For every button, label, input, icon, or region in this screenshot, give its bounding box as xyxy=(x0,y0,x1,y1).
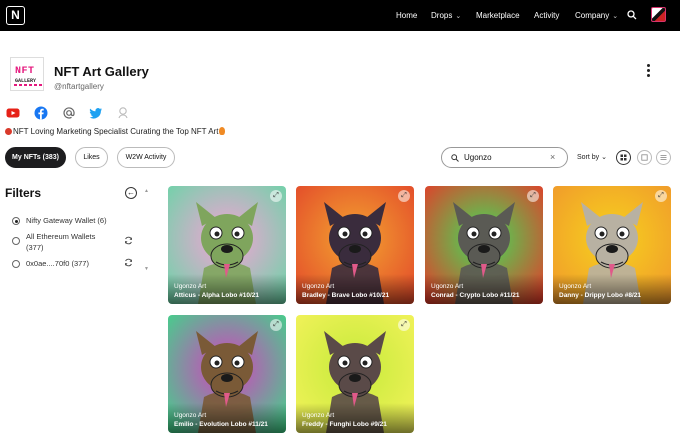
wallet-label: 0x0ae....70f0 (377) xyxy=(26,259,89,268)
nft-card[interactable]: ⤢ Ugonzo Art Freddy - Funghi Lobo #9/21 xyxy=(296,315,414,433)
nft-card[interactable]: ⤢ Ugonzo Art Bradley - Brave Lobo #10/21 xyxy=(296,186,414,304)
nft-artist: Ugonzo Art xyxy=(174,412,207,419)
nav-company-label: Company xyxy=(575,11,610,20)
filters-title: Filters xyxy=(5,186,42,200)
nft-artist: Ugonzo Art xyxy=(302,283,335,290)
search-icon[interactable] xyxy=(627,10,637,20)
sort-by-dropdown[interactable]: Sort by ⌄ xyxy=(577,153,607,161)
grid-large-view-button[interactable] xyxy=(616,150,631,165)
collapse-filters-icon[interactable]: ← xyxy=(125,187,137,199)
chevron-down-icon: ⌄ xyxy=(612,13,619,20)
grid-large-icon xyxy=(620,154,627,161)
nft-artist: Ugonzo Art xyxy=(174,283,207,290)
radio-selected[interactable] xyxy=(12,217,20,225)
nft-title: Freddy - Funghi Lobo #9/21 xyxy=(302,421,387,428)
nav-marketplace-label: Marketplace xyxy=(476,11,520,20)
refresh-icon[interactable] xyxy=(124,236,133,245)
fire-emoji-icon xyxy=(219,127,226,135)
wallet-label: All Ethereum Wallets xyxy=(26,232,96,241)
nft-card[interactable]: ⤢ Ugonzo Art Conrad - Crypto Lobo #11/21 xyxy=(425,186,543,304)
tab-w2w-activity[interactable]: W2W Activity xyxy=(117,147,175,168)
filters-scrollbar[interactable]: ▲ ▼ xyxy=(144,188,151,272)
grid-small-view-button[interactable] xyxy=(637,150,652,165)
expand-icon[interactable]: ⤢ xyxy=(270,190,282,202)
expand-icon[interactable]: ⤢ xyxy=(655,190,667,202)
user-icon[interactable] xyxy=(117,106,129,120)
refresh-icon[interactable] xyxy=(124,258,133,267)
wallet-option-all-ethereum[interactable]: All Ethereum Wallets (377) xyxy=(12,232,112,252)
chevron-down-icon: ⌄ xyxy=(455,13,462,20)
nav-home[interactable]: Home xyxy=(396,0,417,31)
user-avatar[interactable] xyxy=(651,7,666,22)
target-emoji-icon xyxy=(5,128,12,135)
expand-icon[interactable]: ⤢ xyxy=(270,319,282,331)
sort-by-label: Sort by xyxy=(577,154,600,161)
nft-artist: Ugonzo Art xyxy=(431,283,464,290)
chevron-down-icon: ⌄ xyxy=(601,154,608,161)
profile-handle: @nftartgallery xyxy=(54,82,104,91)
nft-artist: Ugonzo Art xyxy=(302,412,335,419)
search-icon xyxy=(451,154,459,162)
nft-card[interactable]: ⤢ Ugonzo Art Danny - Drippy Lobo #8/21 xyxy=(553,186,671,304)
bio-text: NFT Loving Marketing Specialist Curating… xyxy=(13,127,219,136)
nav-activity[interactable]: Activity xyxy=(534,0,559,31)
facebook-icon[interactable] xyxy=(34,106,48,120)
list-icon xyxy=(660,155,667,160)
nft-artist: Ugonzo Art xyxy=(559,283,592,290)
radio-unselected[interactable] xyxy=(12,260,20,268)
avatar-text-nft: NFT xyxy=(15,66,35,77)
list-view-button[interactable] xyxy=(656,150,671,165)
nft-title: Emilio - Evolution Lobo #11/21 xyxy=(174,421,268,428)
radio-unselected[interactable] xyxy=(12,237,20,245)
clear-search-icon[interactable]: × xyxy=(550,148,555,167)
expand-icon[interactable]: ⤢ xyxy=(527,190,539,202)
nft-title: Conrad - Crypto Lobo #11/21 xyxy=(431,292,520,299)
tab-my-nfts[interactable]: My NFTs (383) xyxy=(5,147,66,168)
more-options-icon[interactable] xyxy=(642,63,654,77)
youtube-icon[interactable] xyxy=(6,106,20,120)
scroll-up-icon[interactable]: ▲ xyxy=(144,188,149,194)
wallet-label: Nifty Gateway Wallet (6) xyxy=(26,216,107,225)
wallet-option-0x0ae[interactable]: 0x0ae....70f0 (377) xyxy=(12,259,112,269)
wallet-count: (377) xyxy=(26,243,44,252)
tab-my-nfts-label: My NFTs (383) xyxy=(12,154,59,161)
at-sign-icon[interactable] xyxy=(62,106,76,120)
profile-name: NFT Art Gallery xyxy=(54,64,149,79)
nft-title: Danny - Drippy Lobo #8/21 xyxy=(559,292,641,299)
nft-title: Atticus - Alpha Lobo #10/21 xyxy=(174,292,259,299)
top-nav-bar: N Home Drops ⌄ Marketplace Activity Compa… xyxy=(0,0,680,31)
tab-likes[interactable]: Likes xyxy=(75,147,108,168)
search-input[interactable]: Ugonzo × xyxy=(441,147,568,168)
twitter-icon[interactable] xyxy=(89,106,103,120)
search-value: Ugonzo xyxy=(464,153,492,162)
profile-avatar: NFT GALLERY xyxy=(10,57,44,91)
nav-drops-label: Drops xyxy=(431,11,453,20)
tab-likes-label: Likes xyxy=(83,154,100,161)
avatar-stripe xyxy=(14,84,42,86)
nav-marketplace[interactable]: Marketplace xyxy=(476,0,520,31)
scroll-down-icon[interactable]: ▼ xyxy=(144,266,149,272)
profile-bio: NFT Loving Marketing Specialist Curating… xyxy=(5,127,226,136)
nav-home-label: Home xyxy=(396,11,418,20)
expand-icon[interactable]: ⤢ xyxy=(398,319,410,331)
nav-company[interactable]: Company ⌄ xyxy=(575,0,618,31)
wallet-option-nifty-gateway[interactable]: Nifty Gateway Wallet (6) xyxy=(12,216,112,226)
nav-drops[interactable]: Drops ⌄ xyxy=(431,0,461,31)
grid-small-icon xyxy=(641,154,648,161)
nft-title: Bradley - Brave Lobo #10/21 xyxy=(302,292,390,299)
nifty-logo[interactable]: N xyxy=(6,6,25,25)
nft-card[interactable]: ⤢ Ugonzo Art Emilio - Evolution Lobo #11/2… xyxy=(168,315,286,433)
nav-activity-label: Activity xyxy=(534,11,560,20)
nft-card[interactable]: ⤢ Ugonzo Art Atticus - Alpha Lobo #10/21 xyxy=(168,186,286,304)
expand-icon[interactable]: ⤢ xyxy=(398,190,410,202)
tab-w2w-activity-label: W2W Activity xyxy=(125,154,167,161)
